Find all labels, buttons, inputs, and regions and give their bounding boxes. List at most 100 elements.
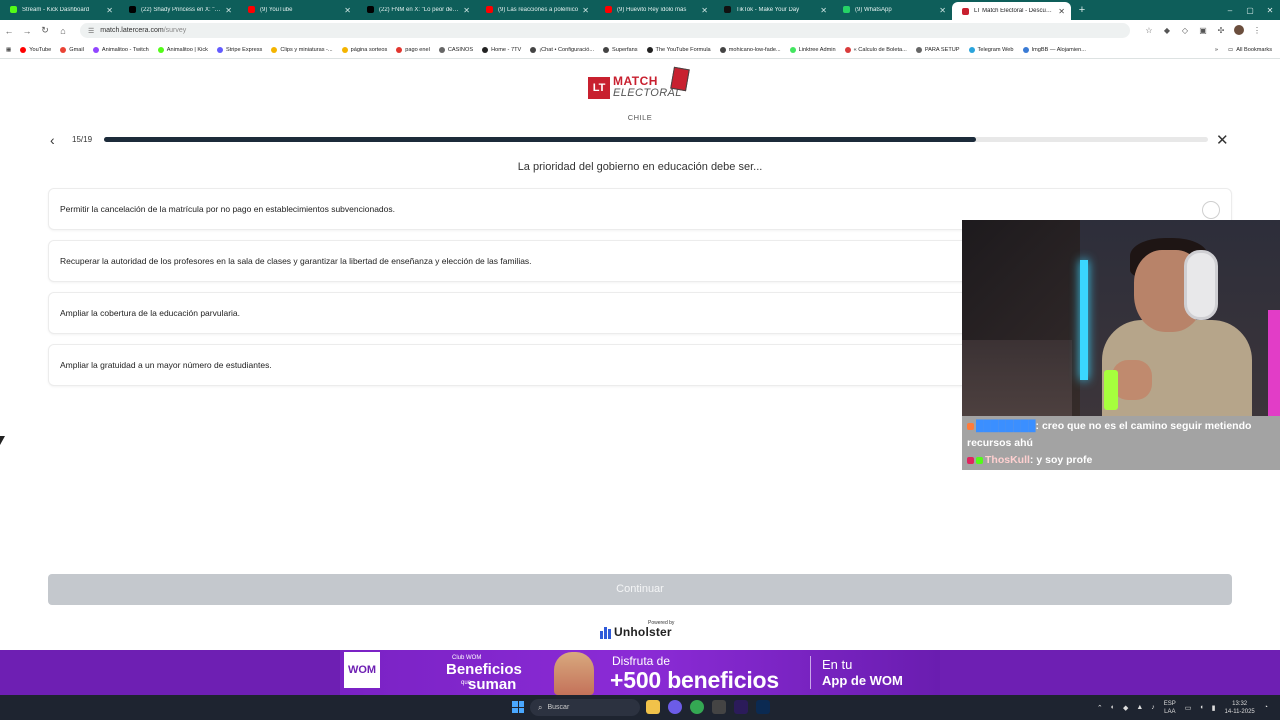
windows-start-icon[interactable]	[512, 701, 524, 713]
bookmark-item[interactable]: página sorteos	[341, 46, 387, 53]
taskbar-search-placeholder: Buscar	[547, 704, 570, 711]
tab-favicon-icon	[962, 8, 969, 15]
screen: Stream - Kick Dashboard ✕ (22) Shady Princ…	[0, 0, 1280, 720]
tab-close-icon[interactable]: ✕	[701, 6, 708, 15]
taskbar-search[interactable]: ⌕ Buscar	[530, 699, 640, 716]
bookmark-item[interactable]: Stripe Express	[216, 46, 262, 53]
tray-app-icon[interactable]: ◆	[1123, 704, 1128, 712]
bookmark-item[interactable]: Animalitoo - Twitch	[92, 46, 149, 53]
bookmark-star-icon[interactable]: ☆	[1140, 26, 1158, 35]
site-info-icon[interactable]: ☰	[88, 27, 94, 35]
url-host: match.latercera.com	[100, 27, 164, 34]
bookmark-item[interactable]: ¡Chat • Configuració...	[530, 46, 594, 53]
bookmark-item[interactable]: « Calculo de Boleta...	[844, 46, 907, 53]
maximize-icon[interactable]: ▢	[1240, 6, 1260, 15]
clock[interactable]: 13:32 14-11-2025	[1225, 700, 1255, 716]
display-icon[interactable]: ▭	[1185, 704, 1192, 712]
tab-close-icon[interactable]: ✕	[582, 6, 589, 15]
bookmark-favicon-icon	[530, 46, 537, 53]
bookmark-item[interactable]: The YouTube Formula	[646, 46, 711, 53]
bookmark-item[interactable]: ImgBB — Alojamien...	[1022, 46, 1086, 53]
extensions-puzzle-icon[interactable]: ✣	[1212, 26, 1230, 35]
extension-icon[interactable]: ▣	[1194, 26, 1212, 35]
bookmark-item[interactable]: Home - 7TV	[482, 46, 521, 53]
chevron-left-icon[interactable]: ‹	[50, 132, 55, 148]
bookmark-label: pago enel	[405, 46, 430, 53]
premiere-icon[interactable]	[734, 700, 748, 714]
tab-close-icon[interactable]: ✕	[106, 6, 113, 15]
bookmark-label: ImgBB — Alojamien...	[1031, 46, 1086, 53]
powered-by-unholster[interactable]: Powered by Unholster	[598, 620, 682, 642]
app-icon[interactable]	[712, 700, 726, 714]
tray-app-icon[interactable]: ◐	[1111, 704, 1115, 711]
bookmark-item[interactable]: mohicano-low-fade...	[719, 46, 781, 53]
tab-close-icon[interactable]: ✕	[463, 6, 470, 15]
close-icon[interactable]: ✕	[1216, 131, 1229, 149]
forward-icon[interactable]: →	[18, 26, 36, 36]
browser-tab[interactable]: TikTok - Make Your Day ✕	[714, 0, 833, 20]
tab-close-icon[interactable]: ✕	[939, 6, 946, 15]
browser-tab[interactable]: LT Match Electoral - Descubre ✕	[952, 2, 1071, 20]
tab-close-icon[interactable]: ✕	[344, 6, 351, 15]
bookmark-item[interactable]: Animalitoo | Kick	[157, 46, 208, 53]
bookmark-label: YouTube	[29, 46, 52, 53]
back-icon[interactable]: ←	[0, 26, 18, 36]
reload-icon[interactable]: ↻	[36, 25, 54, 36]
all-bookmarks[interactable]: » ▭ All Bookmarks	[1215, 41, 1272, 59]
bookmark-item[interactable]: Linktree Admin	[789, 46, 836, 53]
browser-tab[interactable]: (9) Las reacciones a polémico ✕	[476, 0, 595, 20]
tab-title: (22) Shady Princess en X: "9 mil	[141, 7, 222, 13]
battery-icon[interactable]: ▮	[1212, 704, 1216, 712]
bookmark-item[interactable]: Clips y miniaturas -...	[271, 46, 333, 53]
apps-grid-icon[interactable]: ▦	[6, 47, 11, 53]
browser-tab[interactable]: (22) FNM en X: "Lo peor del vid ✕	[357, 0, 476, 20]
menu-icon[interactable]: ⋮	[1248, 26, 1266, 35]
webcam-overlay	[962, 220, 1280, 416]
tray-app-icon[interactable]: ▲	[1136, 704, 1143, 711]
chrome-icon[interactable]	[690, 700, 704, 714]
home-icon[interactable]: ⌂	[54, 26, 72, 36]
browser-tab[interactable]: (9) WhatsApp ✕	[833, 0, 952, 20]
tab-favicon-icon	[843, 6, 850, 13]
radio-button[interactable]	[1202, 201, 1220, 219]
discord-icon[interactable]	[668, 700, 682, 714]
continue-button[interactable]: Continuar	[48, 574, 1232, 605]
notification-bell-icon[interactable]: ◔	[1264, 704, 1268, 711]
tab-close-icon[interactable]: ✕	[225, 6, 232, 15]
browser-tab[interactable]: (9) Huevito Rey ídolo más ✕	[595, 0, 714, 20]
microphone-icon[interactable]: ♪	[1151, 704, 1155, 711]
new-tab-button[interactable]: +	[1075, 4, 1089, 16]
minimize-icon[interactable]: –	[1220, 6, 1240, 15]
bookmark-label: Animalitoo | Kick	[166, 46, 208, 53]
tab-close-icon[interactable]: ✕	[1058, 7, 1065, 16]
webcam-cup	[1104, 370, 1118, 410]
bookmark-item[interactable]: Gmail	[60, 46, 84, 53]
speaker-icon[interactable]: ◖	[1199, 704, 1203, 711]
profile-avatar[interactable]	[1230, 24, 1248, 37]
bookmark-item[interactable]: YouTube	[20, 46, 52, 53]
bookmark-item[interactable]: Telegram Web	[968, 46, 1014, 53]
chevron-up-icon[interactable]: ⌃	[1097, 704, 1103, 712]
language-indicator[interactable]: ESP LAA	[1164, 700, 1176, 716]
browser-tab[interactable]: (9) YouTube ✕	[238, 0, 357, 20]
extension-icon[interactable]: ◇	[1176, 26, 1194, 35]
window-controls: – ▢ ✕	[1220, 0, 1280, 20]
file-explorer-icon[interactable]	[646, 700, 660, 714]
bookmark-label: The YouTube Formula	[655, 46, 711, 53]
browser-tab[interactable]: (22) Shady Princess en X: "9 mil ✕	[119, 0, 238, 20]
chat-overlay: ████████: creo que no es el camino segui…	[962, 416, 1280, 470]
tab-title: (22) FNM en X: "Lo peor del vid	[379, 7, 460, 13]
wom-ad-banner[interactable]: WOM Club WOM Beneficios que suman Disfru…	[0, 650, 1280, 695]
bookmark-item[interactable]: CASINOS	[438, 46, 473, 53]
photoshop-icon[interactable]	[756, 700, 770, 714]
bookmark-item[interactable]: pago enel	[396, 46, 430, 53]
address-bar[interactable]: ☰ match.latercera.com/survey	[80, 23, 1130, 38]
extension-icon[interactable]: ◆	[1158, 26, 1176, 35]
browser-tab[interactable]: Stream - Kick Dashboard ✕	[0, 0, 119, 20]
bookmark-favicon-icon	[482, 46, 489, 53]
close-window-icon[interactable]: ✕	[1260, 6, 1280, 15]
tab-close-icon[interactable]: ✕	[820, 6, 827, 15]
bookmark-item[interactable]: PARA SETUP	[915, 46, 960, 53]
bookmark-item[interactable]: Superfans	[603, 46, 638, 53]
bookmark-favicon-icon	[968, 46, 975, 53]
